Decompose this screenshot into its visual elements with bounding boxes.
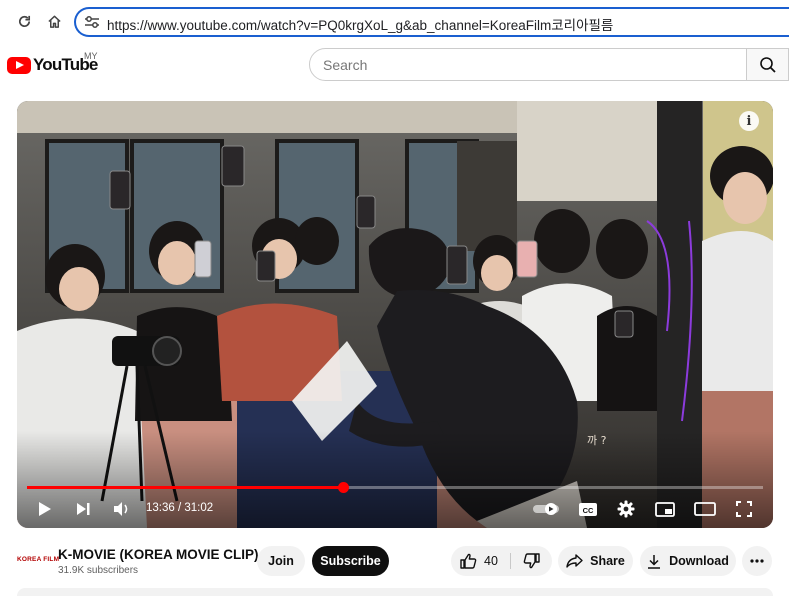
home-icon[interactable] (43, 10, 65, 32)
more-icon (750, 559, 764, 563)
play-icon[interactable] (35, 497, 55, 521)
like-dislike-group: 40 (451, 546, 552, 576)
search-button[interactable] (746, 48, 789, 81)
youtube-header: YouTube MY (0, 42, 789, 92)
search-icon (759, 56, 776, 73)
like-button[interactable]: 40 (451, 546, 510, 576)
search-input[interactable] (309, 48, 747, 81)
current-time: 13:36 (146, 502, 175, 514)
join-button[interactable]: Join (257, 546, 305, 576)
fullscreen-icon[interactable] (733, 497, 755, 521)
next-icon[interactable] (73, 497, 93, 521)
address-bar[interactable]: https://www.youtube.com/watch?v=PQ0krgXo… (74, 7, 789, 37)
video-player[interactable]: 까 ? i 13:36 / 31:02 CC (17, 101, 773, 528)
youtube-play-logo-icon (7, 56, 31, 74)
share-button[interactable]: Share (558, 546, 633, 576)
channel-avatar[interactable]: KOREA FILM (17, 556, 59, 563)
share-label: Share (590, 554, 625, 568)
info-icon[interactable]: i (739, 111, 759, 131)
download-icon (648, 554, 661, 569)
thumbs-down-icon (523, 553, 540, 569)
volume-icon[interactable] (111, 497, 133, 521)
progress-played (27, 486, 344, 489)
progress-bar[interactable] (27, 482, 763, 493)
captions-icon[interactable]: CC (577, 497, 599, 521)
theater-icon[interactable] (693, 497, 717, 521)
browser-toolbar: https://www.youtube.com/watch?v=PQ0krgXo… (0, 0, 789, 42)
svg-text:CC: CC (583, 506, 594, 515)
site-settings-icon[interactable] (84, 15, 100, 29)
share-icon (566, 554, 583, 568)
description-box-edge (17, 588, 773, 596)
reload-icon[interactable] (13, 10, 35, 32)
time-display: 13:36 / 31:02 (146, 502, 213, 514)
thumbs-up-icon (460, 553, 477, 569)
player-controls: 13:36 / 31:02 CC (17, 493, 773, 525)
miniplayer-icon[interactable] (654, 497, 676, 521)
region-code: MY (84, 51, 98, 61)
download-label: Download (669, 554, 729, 568)
search-box (309, 48, 789, 81)
subscribe-button[interactable]: Subscribe (312, 546, 389, 576)
settings-gear-icon[interactable] (615, 497, 637, 521)
channel-name[interactable]: K-MOVIE (KOREA MOVIE CLIP) (58, 547, 259, 562)
like-count: 40 (484, 554, 498, 568)
download-button[interactable]: Download (640, 546, 736, 576)
time-separator: / (174, 502, 185, 514)
autoplay-toggle[interactable] (531, 497, 561, 521)
subscriber-count: 31.9K subscribers (58, 565, 139, 576)
url-text[interactable]: https://www.youtube.com/watch?v=PQ0krgXo… (107, 14, 613, 34)
video-frame: 까 ? (17, 101, 773, 528)
dislike-button[interactable] (511, 546, 552, 576)
duration: 31:02 (184, 502, 214, 514)
more-actions-button[interactable] (742, 546, 772, 576)
